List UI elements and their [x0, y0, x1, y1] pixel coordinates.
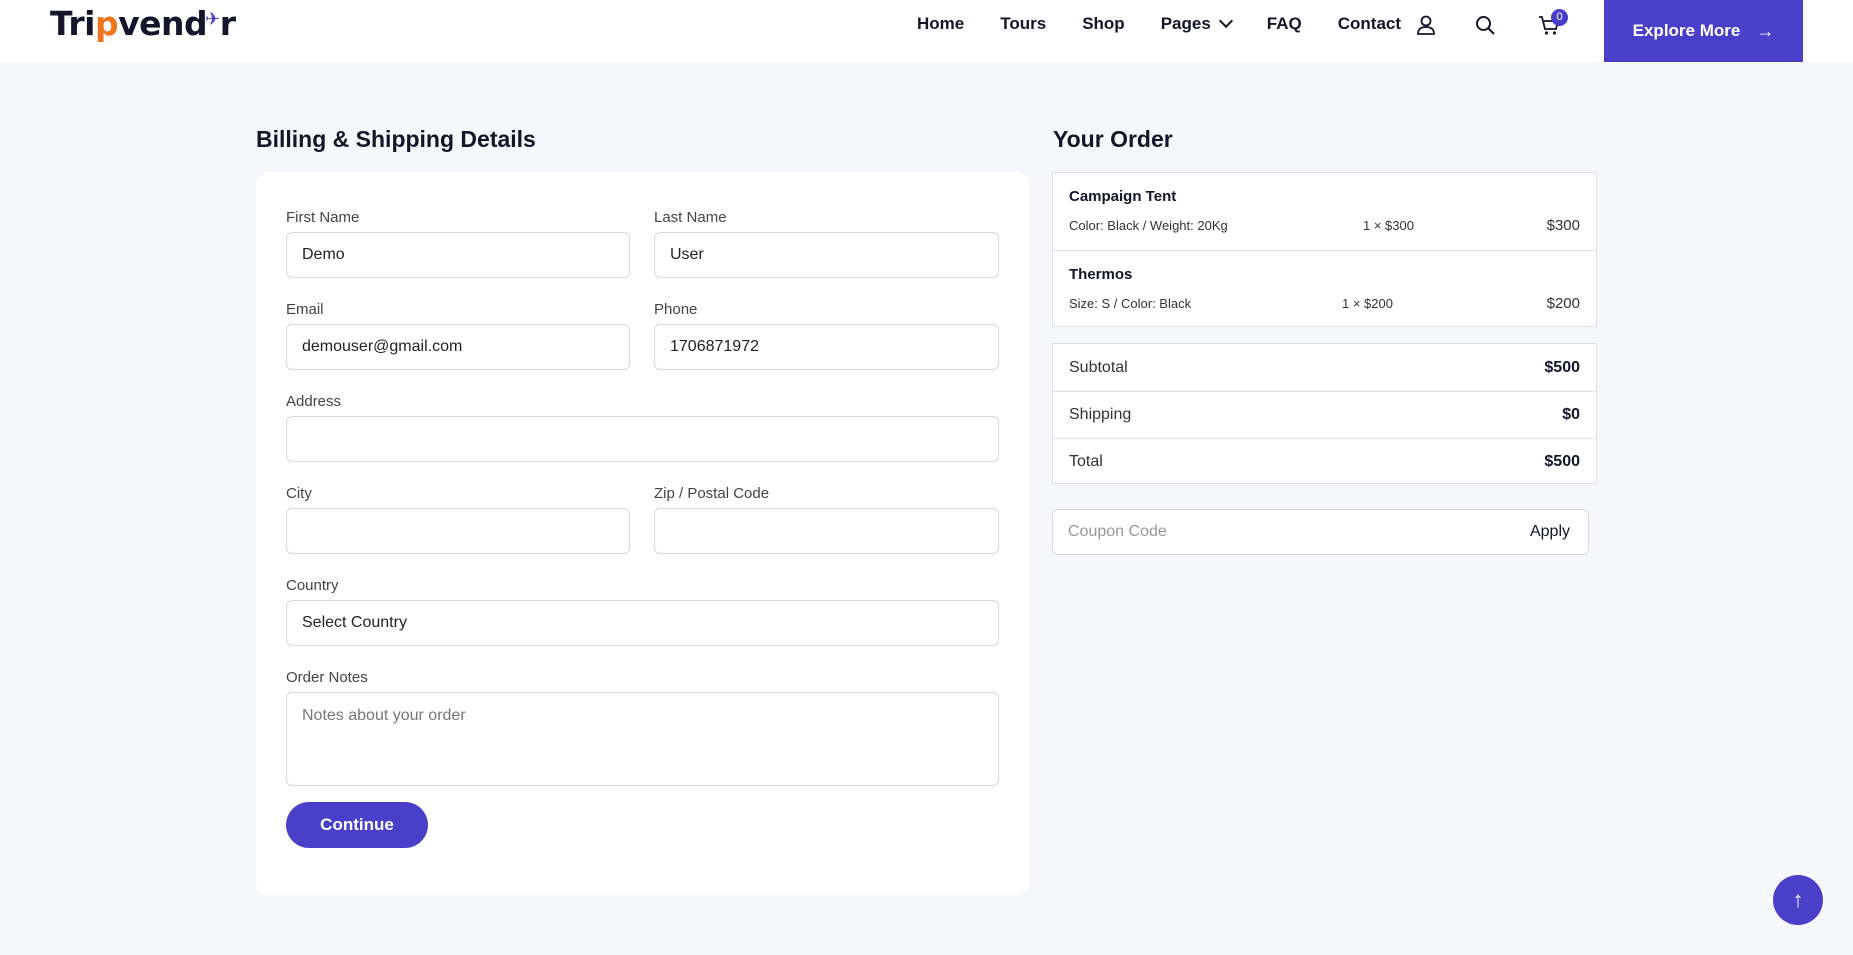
cart-count-badge: 0: [1551, 9, 1568, 26]
email-field[interactable]: demouser@gmail.com: [286, 324, 630, 370]
phone-field[interactable]: 1706871972: [654, 324, 999, 370]
nav-pages[interactable]: Pages: [1160, 13, 1233, 34]
apply-coupon-button[interactable]: Apply: [1530, 510, 1570, 554]
search-icon[interactable]: [1474, 14, 1496, 36]
nav-tours[interactable]: Tours: [1000, 14, 1046, 34]
coupon-code-input[interactable]: Coupon Code: [1068, 510, 1167, 554]
phone-label: Phone: [654, 301, 698, 318]
country-select[interactable]: Select Country: [286, 600, 999, 646]
site-logo[interactable]: Tri p vend ✈ r: [50, 0, 236, 46]
explore-more-button[interactable]: Explore More →: [1604, 0, 1803, 62]
address-field[interactable]: [286, 416, 999, 462]
total-label: Total: [1069, 453, 1103, 470]
arrow-right-icon: →: [1756, 20, 1775, 41]
city-label: City: [286, 485, 312, 502]
arrow-up-icon: ↑: [1792, 887, 1804, 912]
subtotal-value: $500: [1544, 358, 1580, 376]
order-item: Thermos Size: S / Color: Black 1 × $200 …: [1053, 250, 1596, 327]
last-name-label: Last Name: [654, 209, 727, 226]
order-notes-field[interactable]: Notes about your order: [286, 692, 999, 786]
chevron-down-icon: [1218, 13, 1233, 29]
order-items: Campaign Tent Color: Black / Weight: 20K…: [1052, 172, 1597, 327]
last-name-field[interactable]: User: [654, 232, 999, 278]
subtotal-row: Subtotal $500: [1053, 344, 1596, 391]
billing-title: Billing & Shipping Details: [256, 126, 536, 152]
user-icon[interactable]: [1415, 14, 1437, 36]
order-totals: Subtotal $500 Shipping $0 Total $500: [1052, 343, 1597, 484]
logo-plane-icon: ✈: [205, 8, 220, 30]
scroll-to-top-button[interactable]: ↑: [1773, 875, 1823, 925]
coupon-form: Coupon Code Apply: [1052, 509, 1589, 555]
item-variant: Color: Black / Weight: 20Kg: [1069, 218, 1228, 233]
nav-shop[interactable]: Shop: [1082, 14, 1125, 34]
zip-label: Zip / Postal Code: [654, 485, 770, 502]
total-value: $500: [1544, 453, 1580, 470]
nav-faq[interactable]: FAQ: [1267, 14, 1302, 34]
nav-contact[interactable]: Contact: [1338, 14, 1401, 34]
item-qty: 1 × $200: [1342, 296, 1393, 311]
logo-text-end: r: [219, 3, 236, 43]
nav-pages-label: Pages: [1160, 14, 1211, 33]
country-label: Country: [286, 577, 339, 594]
billing-form: First Name Demo Last Name User Email dem…: [256, 172, 1029, 895]
continue-button[interactable]: Continue: [286, 802, 428, 848]
address-label: Address: [286, 393, 342, 410]
order-item: Campaign Tent Color: Black / Weight: 20K…: [1053, 173, 1596, 250]
city-field[interactable]: [286, 508, 630, 554]
logo-text-start: Tri: [50, 3, 95, 43]
total-row: Total $500: [1053, 438, 1596, 485]
first-name-label: First Name: [286, 209, 360, 226]
order-notes-label: Order Notes: [286, 669, 368, 686]
order-title: Your Order: [1053, 126, 1173, 152]
subtotal-label: Subtotal: [1069, 358, 1128, 376]
site-header: Tri p vend ✈ r Home Tours Shop Pages FAQ Con…: [0, 0, 1853, 62]
main-nav: Home Tours Shop Pages FAQ Contact: [917, 0, 1437, 48]
logo-text-accent: p: [94, 3, 119, 43]
item-total: $300: [1546, 217, 1580, 234]
item-variant: Size: S / Color: Black: [1069, 296, 1192, 311]
email-label: Email: [286, 301, 324, 318]
shipping-row: Shipping $0: [1053, 391, 1596, 438]
first-name-field[interactable]: Demo: [286, 232, 630, 278]
logo-text-mid: vend: [118, 3, 208, 43]
nav-home[interactable]: Home: [917, 14, 964, 34]
item-total: $200: [1546, 295, 1580, 312]
item-name: Campaign Tent: [1069, 188, 1177, 205]
explore-more-label: Explore More: [1632, 21, 1741, 40]
shipping-label: Shipping: [1069, 406, 1132, 423]
shipping-value: $0: [1562, 406, 1580, 423]
item-name: Thermos: [1069, 266, 1133, 283]
item-qty: 1 × $300: [1363, 218, 1414, 233]
zip-field[interactable]: [654, 508, 999, 554]
